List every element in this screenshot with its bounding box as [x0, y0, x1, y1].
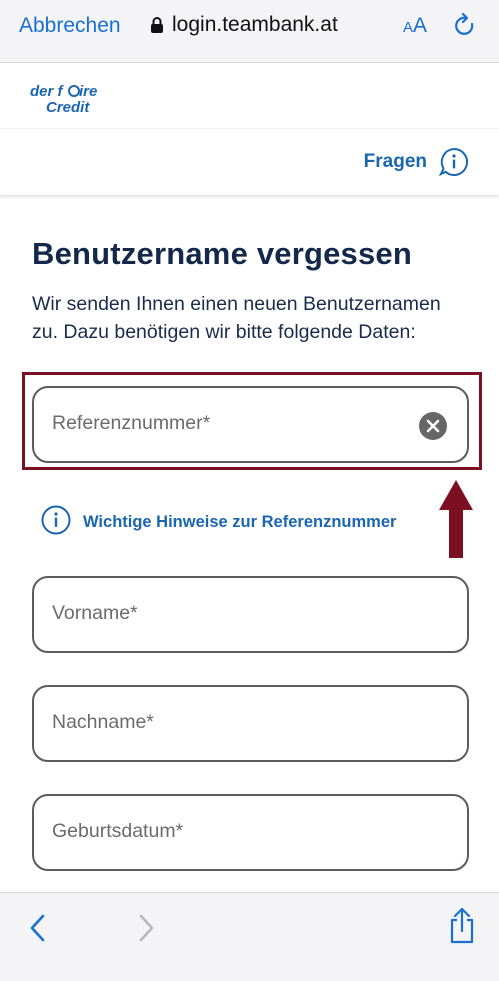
- clear-icon[interactable]: [419, 412, 447, 440]
- url-text: login.teambank.at: [172, 13, 338, 36]
- page-title: Benutzername vergessen: [32, 236, 413, 271]
- help-label: Fragen: [363, 151, 427, 172]
- lastname-placeholder: Nachname*: [52, 711, 154, 733]
- help-link[interactable]: Fragen: [364, 147, 469, 177]
- firstname-placeholder: Vorname*: [52, 602, 138, 624]
- chevron-right-icon[interactable]: [136, 913, 156, 943]
- firstname-field[interactable]: Vorname*: [32, 576, 469, 653]
- arrow-up-icon: [438, 480, 474, 560]
- text-size-button[interactable]: AA: [403, 14, 427, 38]
- reference-hint-label: Wichtige Hinweise zur Referenznummer: [83, 513, 397, 531]
- lock-icon: [150, 16, 164, 34]
- info-icon: [41, 505, 71, 540]
- birthdate-placeholder: Geburtsdatum*: [52, 820, 184, 842]
- reload-icon[interactable]: [453, 12, 477, 39]
- cancel-button[interactable]: Abbrechen: [19, 14, 121, 38]
- browser-bottom-toolbar: [0, 892, 499, 981]
- help-bar: Fragen: [0, 128, 499, 195]
- chevron-left-icon[interactable]: [28, 913, 48, 943]
- browser-top-bar: Abbrechen login.teambank.at AA: [0, 0, 499, 63]
- reference-hint-link[interactable]: Wichtige Hinweise zur Referenznummer: [41, 505, 396, 540]
- svg-text:ire: ire: [79, 83, 97, 100]
- lastname-field[interactable]: Nachname*: [32, 685, 469, 762]
- info-icon: [438, 147, 469, 177]
- brand-logo[interactable]: der f ire Credit: [30, 81, 114, 117]
- site-header: der f ire Credit: [0, 63, 499, 127]
- reference-number-placeholder: Referenznummer*: [52, 412, 211, 434]
- share-icon[interactable]: [447, 907, 477, 945]
- svg-text:Credit: Credit: [46, 99, 90, 116]
- address-bar[interactable]: login.teambank.at: [150, 13, 338, 37]
- intro-text: Wir senden Ihnen einen neuen Benutzernam…: [32, 293, 441, 343]
- birthdate-field[interactable]: Geburtsdatum*: [32, 794, 469, 871]
- reference-number-field[interactable]: Referenznummer*: [32, 386, 469, 463]
- svg-text:der f: der f: [30, 83, 65, 100]
